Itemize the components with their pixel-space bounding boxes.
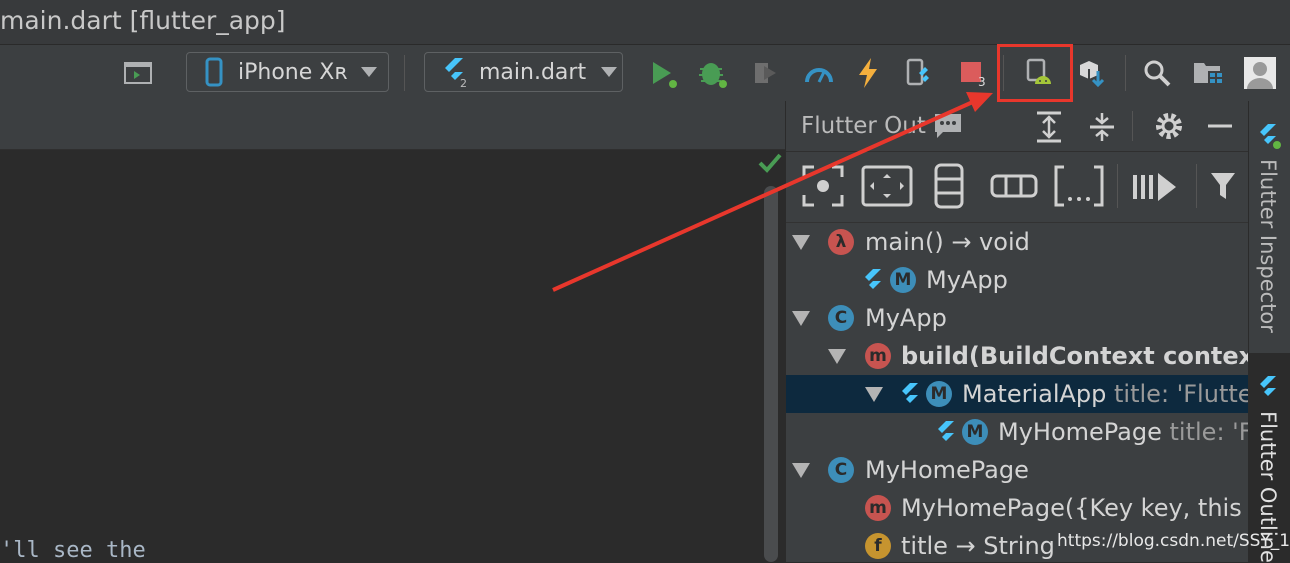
- method-badge-icon: M: [890, 267, 916, 293]
- project-structure-icon[interactable]: [1188, 45, 1230, 101]
- outline-tree: λ main() → void M MyApp C MyApp m build(…: [786, 223, 1249, 562]
- filter-icon[interactable]: [1209, 169, 1245, 205]
- editor-scrollbar[interactable]: [762, 150, 785, 562]
- toolbar-separator: [1132, 111, 1133, 141]
- device-label: iPhone Xʀ: [238, 59, 348, 85]
- window-title: main.dart [flutter_app]: [0, 6, 286, 35]
- scrollbar-thumb[interactable]: [764, 186, 778, 562]
- tree-row[interactable]: C MyHomePage: [786, 451, 1249, 489]
- collapse-arrow-icon[interactable]: [792, 463, 810, 478]
- tree-node-label: MyApp: [865, 304, 947, 332]
- layout-icon[interactable]: [118, 45, 158, 101]
- tree-node-label: MyApp: [926, 266, 1008, 294]
- gear-icon[interactable]: [1154, 111, 1184, 141]
- sdk-manager-icon[interactable]: [1072, 45, 1112, 101]
- stop-count-badge: 3: [978, 75, 986, 89]
- tree-node-label: MyHomePage: [865, 456, 1029, 484]
- wrap-with-row-icon[interactable]: [990, 174, 1038, 198]
- collapse-all-icon[interactable]: [1087, 111, 1117, 143]
- hot-reload-icon[interactable]: [848, 45, 888, 101]
- code-line: 'll see the: [0, 538, 146, 563]
- run-icon[interactable]: [642, 45, 682, 101]
- chevron-down-icon: [360, 67, 377, 77]
- method-badge-icon: m: [865, 495, 891, 521]
- class-badge-icon: C: [828, 457, 854, 483]
- function-badge-icon: λ: [828, 229, 854, 255]
- tree-row[interactable]: M MyApp: [786, 261, 1249, 299]
- panel-header: Flutter Out: [786, 101, 1249, 152]
- flutter-outline-panel: Flutter Out λ main() → void M MyApp C My…: [785, 101, 1249, 562]
- flutter-icon: [938, 421, 954, 441]
- wrap-with-column-icon[interactable]: [934, 163, 964, 209]
- field-badge-icon: f: [865, 533, 891, 559]
- debug-icon[interactable]: [692, 45, 732, 101]
- collapse-arrow-icon[interactable]: [828, 349, 846, 364]
- config-label: main.dart: [479, 59, 587, 85]
- watermark: https://blog.csdn.net/SSY_1992: [1057, 531, 1290, 551]
- avatar[interactable]: [1240, 45, 1280, 101]
- wrap-with-container-icon[interactable]: [1054, 165, 1104, 207]
- search-icon[interactable]: [1137, 45, 1177, 101]
- collapse-arrow-icon[interactable]: [792, 235, 810, 250]
- stop-icon[interactable]: 3: [953, 45, 993, 101]
- class-badge-icon: C: [828, 305, 854, 331]
- tab-flutter-inspector[interactable]: Flutter Inspector: [1249, 101, 1290, 351]
- title-bar: main.dart [flutter_app]: [0, 0, 1290, 45]
- method-badge-icon: m: [865, 343, 891, 369]
- method-badge-icon: M: [926, 381, 952, 407]
- toolbar-separator: [1117, 164, 1118, 208]
- panel-title: Flutter Out: [801, 113, 926, 139]
- center-widget-icon[interactable]: [802, 165, 844, 207]
- chevron-down-icon: [601, 67, 618, 77]
- tree-node-label: MyHomePage title: 'F: [998, 418, 1249, 446]
- wrap-with-padding-icon[interactable]: [861, 165, 913, 207]
- outline-toolbar: [786, 152, 1249, 223]
- profile-icon[interactable]: [799, 45, 839, 101]
- method-badge-icon: M: [962, 419, 988, 445]
- show-only-widgets-icon[interactable]: [1132, 169, 1180, 205]
- tree-node-label: MyHomePage({Key key, this: [901, 494, 1242, 522]
- attach-debugger-icon[interactable]: [745, 45, 785, 101]
- right-tool-strip: Flutter Inspector Flutter Outline: [1248, 101, 1290, 563]
- tree-row[interactable]: m MyHomePage({Key key, this: [786, 489, 1249, 527]
- highlight-box: [997, 44, 1073, 102]
- tree-row[interactable]: λ main() → void: [786, 223, 1249, 261]
- tree-row[interactable]: m build(BuildContext context): [786, 337, 1249, 375]
- main-toolbar: iPhone Xʀ 2 main.dart 3: [0, 45, 1290, 101]
- tree-row[interactable]: M MaterialApp title: 'Flutter: [786, 375, 1249, 413]
- toolbar-separator: [1125, 55, 1126, 91]
- minimize-icon[interactable]: [1206, 113, 1234, 139]
- collapse-arrow-icon[interactable]: [792, 311, 810, 326]
- run-config-selector[interactable]: 2 main.dart: [424, 52, 623, 92]
- flutter-icon: [1260, 124, 1281, 149]
- flutter-icon: [865, 269, 881, 289]
- tree-node-label: MaterialApp title: 'Flutter: [962, 380, 1249, 408]
- tree-row[interactable]: C MyApp: [786, 299, 1249, 337]
- tree-row[interactable]: M MyHomePage title: 'F: [786, 413, 1249, 451]
- flutter-icon: [902, 383, 918, 403]
- toolbar-separator: [1196, 164, 1197, 208]
- phone-icon: [205, 57, 223, 87]
- code-editor[interactable]: [0, 150, 762, 562]
- check-icon: [758, 153, 782, 173]
- tree-node-label: main() → void: [865, 228, 1030, 256]
- tab-label: Flutter Inspector: [1256, 159, 1280, 333]
- editor-tab-strip: [0, 101, 785, 150]
- hot-restart-icon[interactable]: [898, 45, 938, 101]
- tree-node-label: build(BuildContext context): [901, 342, 1249, 370]
- flutter-icon: [1260, 376, 1276, 396]
- collapse-arrow-icon[interactable]: [865, 387, 883, 402]
- toolbar-separator: [404, 55, 405, 91]
- comment-icon[interactable]: [933, 112, 963, 140]
- device-selector[interactable]: iPhone Xʀ: [186, 52, 389, 92]
- flutter-icon: 2: [445, 58, 467, 88]
- expand-all-icon[interactable]: [1034, 111, 1064, 143]
- svg-text:2: 2: [460, 77, 467, 88]
- tree-node-label: title → String: [901, 532, 1055, 560]
